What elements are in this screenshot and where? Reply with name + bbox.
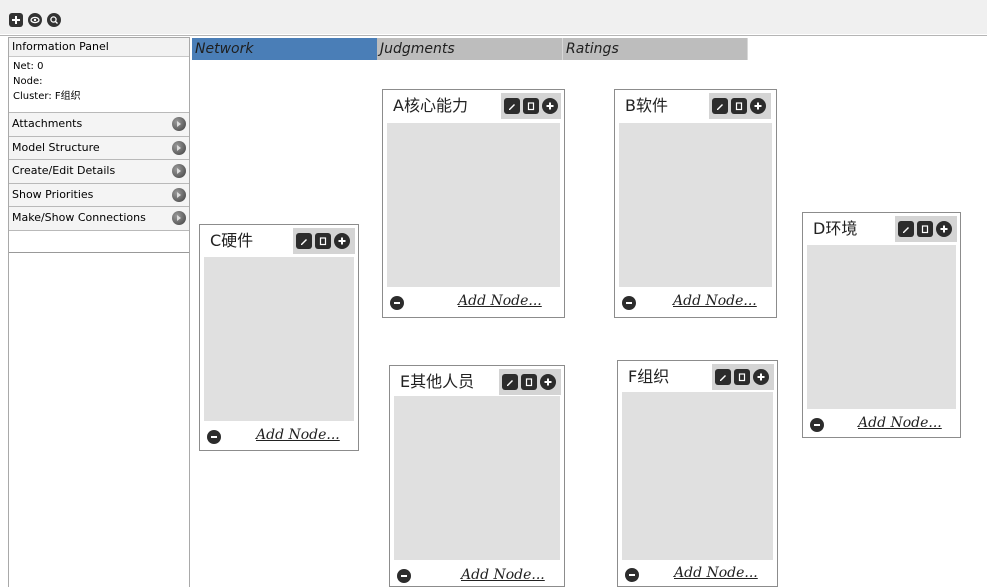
collapse-icon[interactable] (390, 296, 404, 310)
cluster-title: E其他人员 (400, 372, 475, 391)
collapse-icon[interactable] (397, 569, 411, 583)
collapse-icon[interactable] (625, 568, 639, 582)
edit-icon[interactable] (502, 374, 518, 390)
collapse-icon[interactable] (207, 430, 221, 444)
cluster-node-area (394, 396, 560, 560)
add-node-link[interactable]: Add Node... (458, 293, 542, 309)
cluster-toolbar (293, 228, 355, 254)
delete-icon[interactable] (731, 98, 747, 114)
add-node-icon[interactable] (540, 374, 556, 390)
cluster-b[interactable]: B软件 Add Node... (614, 89, 777, 318)
delete-icon[interactable] (734, 369, 750, 385)
expand-arrow-icon[interactable] (172, 164, 186, 178)
add-node-icon[interactable] (542, 98, 558, 114)
section-attachments[interactable]: Attachments (9, 112, 189, 137)
cluster-c[interactable]: C硬件 Add Node... (199, 224, 359, 451)
section-label: Create/Edit Details (12, 164, 116, 177)
cluster-toolbar (895, 216, 957, 242)
edit-icon[interactable] (715, 369, 731, 385)
search-icon[interactable] (47, 13, 61, 27)
cluster-title: D环境 (813, 219, 858, 238)
cluster-node-area (619, 123, 772, 287)
node-label: Node: (13, 76, 43, 87)
add-node-icon[interactable] (753, 369, 769, 385)
cluster-toolbar (501, 93, 561, 119)
add-node-icon[interactable] (334, 233, 350, 249)
info-panel-header[interactable]: Information Panel (9, 38, 189, 57)
cluster-toolbar (712, 364, 774, 390)
edit-icon[interactable] (504, 98, 520, 114)
cluster-title: B软件 (625, 96, 668, 115)
section-label: Attachments (12, 117, 83, 130)
cluster-title: A核心能力 (393, 96, 468, 115)
cluster-node-area (807, 245, 956, 409)
section-create-edit-details[interactable]: Create/Edit Details (9, 159, 189, 184)
add-node-link[interactable]: Add Node... (256, 427, 340, 443)
cluster-node-area (622, 392, 773, 560)
section-label: Show Priorities (12, 187, 94, 201)
expand-arrow-icon[interactable] (172, 140, 186, 155)
toolbar-divider (0, 35, 987, 36)
cluster-toolbar (709, 93, 771, 119)
cluster-e[interactable]: E其他人员 Add Node... (389, 365, 565, 587)
cluster-title: F组织 (628, 367, 670, 386)
cluster-toolbar (499, 369, 561, 395)
delete-icon[interactable] (917, 221, 933, 237)
cluster-f[interactable]: F组织 Add Node... (617, 360, 778, 587)
app-window: Network Judgments Ratings Information Pa… (0, 0, 987, 587)
add-node-link[interactable]: Add Node... (461, 567, 545, 583)
cluster-title: C硬件 (210, 231, 254, 250)
collapse-icon[interactable] (810, 418, 824, 432)
delete-icon[interactable] (523, 98, 539, 114)
section-label: Make/Show Connections (12, 211, 146, 224)
panel-empty-area (9, 252, 189, 587)
cluster-node-area (204, 257, 354, 421)
tab-network[interactable]: Network (192, 38, 377, 60)
section-make-show-connections[interactable]: Make/Show Connections (9, 206, 189, 231)
collapse-icon[interactable] (622, 296, 636, 310)
cluster-d[interactable]: D环境 Add Node... (802, 212, 961, 438)
edit-icon[interactable] (712, 98, 728, 114)
edit-icon[interactable] (296, 233, 312, 249)
top-toolbar (0, 0, 987, 34)
net-label: Net: 0 (13, 61, 44, 72)
expand-arrow-icon[interactable] (172, 211, 186, 225)
add-node-link[interactable]: Add Node... (673, 293, 757, 309)
expand-arrow-icon[interactable] (172, 117, 186, 131)
expand-arrow-icon[interactable] (172, 187, 186, 202)
add-node-link[interactable]: Add Node... (858, 415, 942, 431)
left-panel: Information Panel Net: 0 Node: Cluster: … (8, 37, 190, 587)
section-show-priorities[interactable]: Show Priorities (9, 182, 189, 207)
edit-icon[interactable] (898, 221, 914, 237)
cluster-label: Cluster: F组织 (13, 91, 81, 102)
tab-ratings[interactable]: Ratings (563, 38, 748, 60)
add-node-icon[interactable] (936, 221, 952, 237)
delete-icon[interactable] (521, 374, 537, 390)
info-panel-content: Net: 0 Node: Cluster: F组织 (9, 57, 189, 113)
cluster-node-area (387, 123, 560, 287)
add-icon[interactable] (9, 13, 23, 27)
view-icon[interactable] (28, 13, 42, 27)
cluster-a[interactable]: A核心能力 Add Node... (382, 89, 565, 318)
section-label: Model Structure (12, 140, 100, 154)
tab-judgments[interactable]: Judgments (377, 38, 563, 60)
add-node-icon[interactable] (750, 98, 766, 114)
section-model-structure[interactable]: Model Structure (9, 135, 189, 160)
delete-icon[interactable] (315, 233, 331, 249)
add-node-link[interactable]: Add Node... (674, 565, 758, 581)
